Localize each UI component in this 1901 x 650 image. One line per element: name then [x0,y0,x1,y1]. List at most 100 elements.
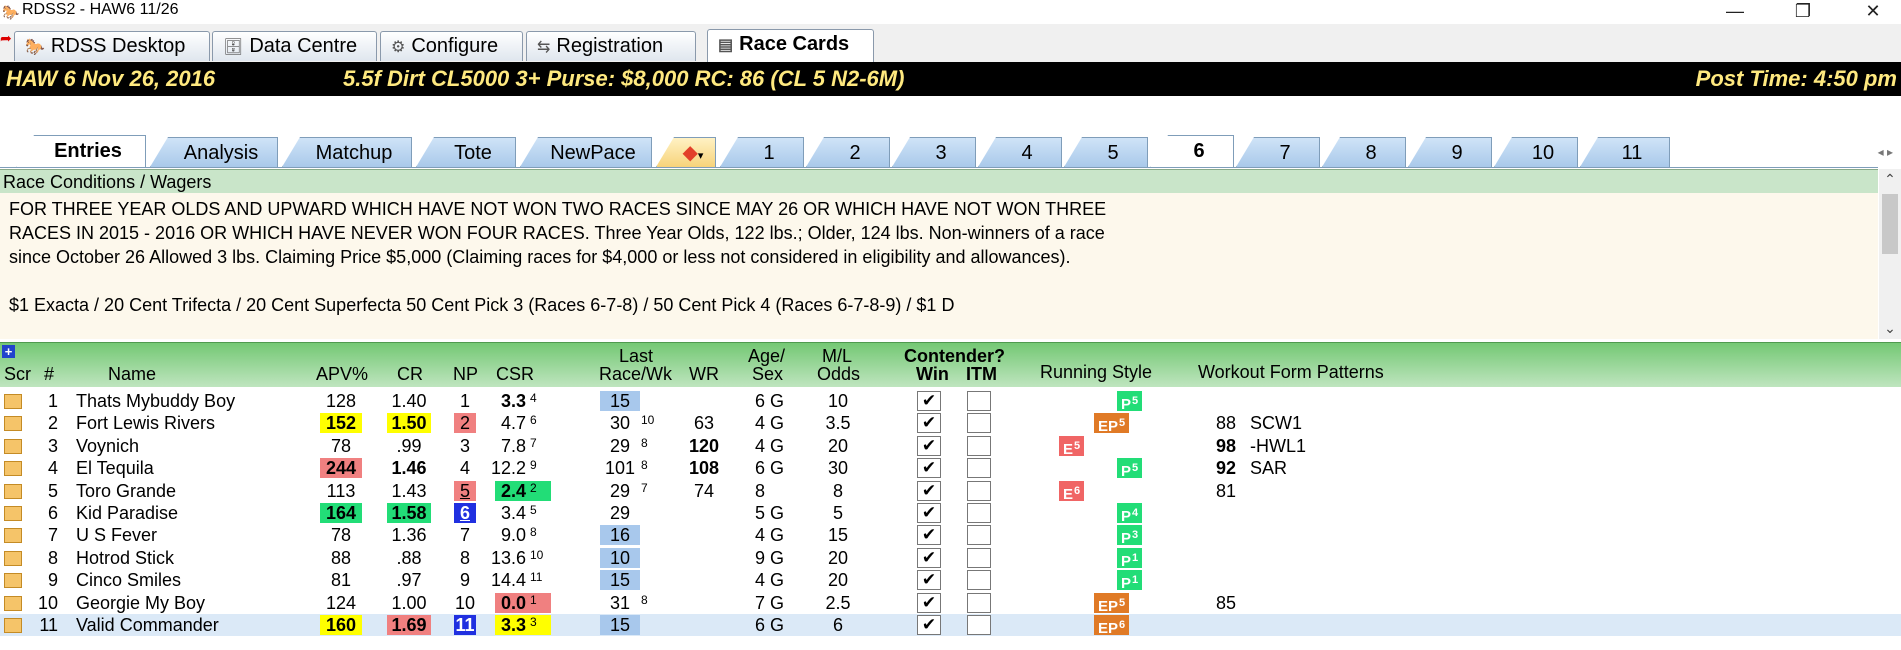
tab-race-9[interactable]: 9 [1408,137,1492,167]
table-row[interactable]: 2 Fort Lewis Rivers 152 1.50 2 4.7 6 30 10 63 4 G3… [0,412,1901,435]
itm-checkbox[interactable] [967,391,991,411]
col-ml-1[interactable]: M/L [822,347,852,365]
itm-checkbox[interactable] [967,570,991,591]
scratch-checkbox[interactable] [4,506,22,521]
scroll-up-icon[interactable]: ⌃ [1879,171,1901,188]
close-button[interactable]: ✕ [1850,0,1896,24]
horse-name[interactable]: Voynich [76,435,139,457]
col-scr[interactable]: Scr [4,365,31,383]
scratch-checkbox[interactable] [4,573,22,589]
tab-matchup[interactable]: Matchup [282,137,412,167]
horse-name[interactable]: Georgie My Boy [76,592,205,614]
tab-race-2[interactable]: 2 [806,137,890,167]
tab-race-5[interactable]: 5 [1064,137,1148,167]
tab-race-7[interactable]: 7 [1236,137,1320,167]
col-csr[interactable]: CSR [496,365,534,383]
itm-checkbox[interactable] [967,592,991,613]
col-contender[interactable]: Contender? [904,347,1005,365]
tab-race-11[interactable]: 11 [1580,137,1670,167]
col-ml-2[interactable]: Odds [817,365,860,383]
horse-name[interactable]: Fort Lewis Rivers [76,412,215,434]
scratch-checkbox[interactable] [4,394,22,409]
table-row[interactable]: 5 Toro Grande 113 1.43 5 2.4 2 29 7 74 8 8 ✔ E6 81 [0,480,1901,503]
col-last-2[interactable]: Race/Wk [599,365,672,383]
col-wr[interactable]: WR [689,365,719,383]
tab-entries[interactable]: Entries [16,135,146,168]
col-age-1[interactable]: Age/ [748,347,785,365]
table-row[interactable]: 6 Kid Paradise 164 1.58 6 3.4 5 29 5 G 5 ✔ P4 [0,502,1901,525]
itm-checkbox[interactable] [967,480,991,501]
tab-race-3[interactable]: 3 [892,137,976,167]
table-row[interactable]: 9 Cinco Smiles 81.97 9 14.4 11 15 4 G 20 ✔ P1 [0,569,1901,592]
win-checkbox[interactable]: ✔ [917,592,941,613]
scroll-thumb[interactable] [1882,194,1898,254]
col-workout[interactable]: Workout Form Patterns [1198,363,1384,381]
itm-checkbox[interactable] [967,547,991,568]
col-win[interactable]: Win [916,365,949,383]
horse-name[interactable]: Valid Commander [76,614,219,636]
scratch-checkbox[interactable] [4,483,22,499]
col-np[interactable]: NP [453,365,478,383]
itm-checkbox[interactable] [967,435,991,456]
tab-race-4[interactable]: 4 [978,137,1062,167]
tab-dropdown[interactable]: ◆▾ [656,137,716,167]
tab-scroll-arrows-icon[interactable]: ◂ ▸ [1878,145,1893,159]
tab-race-10[interactable]: 10 [1494,137,1578,167]
scroll-down-icon[interactable]: ⌄ [1879,320,1901,337]
itm-checkbox[interactable] [967,615,991,635]
expand-plus-icon[interactable]: + [2,345,15,358]
horse-name[interactable]: Toro Grande [76,480,176,502]
horse-name[interactable]: Hotrod Stick [76,547,174,569]
tab-configure[interactable]: ⚙ Configure [380,31,523,61]
restore-button[interactable]: ❐ [1780,0,1826,24]
win-checkbox[interactable]: ✔ [917,480,941,501]
col-age-2[interactable]: Sex [752,365,783,383]
horse-name[interactable]: El Tequila [76,457,154,479]
tab-race-1[interactable]: 1 [720,137,804,167]
col-running-style[interactable]: Running Style [1040,363,1152,381]
scratch-checkbox[interactable] [4,461,22,477]
conditions-scrollbar[interactable]: ⌃ ⌄ [1879,169,1901,339]
win-checkbox[interactable]: ✔ [917,413,941,434]
win-checkbox[interactable]: ✔ [917,458,941,479]
tab-race-6[interactable]: 6 [1150,135,1234,168]
itm-checkbox[interactable] [967,503,991,523]
tab-registration[interactable]: ⇆ Registration [526,31,696,61]
tab-race-cards[interactable]: ▤ Race Cards [707,29,874,62]
scratch-checkbox[interactable] [4,438,22,454]
scratch-checkbox[interactable] [4,618,22,633]
tab-data-centre[interactable]: 🗄 Data Centre [212,31,377,61]
table-row[interactable]: 10 Georgie My Boy 124 1.00 10 0.0 1 31 8 7 G 2.5 ✔ E… [0,592,1901,615]
scratch-checkbox[interactable] [4,550,22,566]
win-checkbox[interactable]: ✔ [917,503,941,523]
horse-name[interactable]: Kid Paradise [76,502,178,524]
horse-name[interactable]: Thats Mybuddy Boy [76,390,235,412]
tab-tote[interactable]: Tote [416,137,516,167]
tab-rdss-desktop[interactable]: 🐎 RDSS Desktop [14,31,210,61]
col-name[interactable]: Name [108,365,156,383]
scratch-checkbox[interactable] [4,528,22,544]
table-row[interactable]: 8 Hotrod Stick 88.88 8 13.6 10 10 9 G 20 ✔ P1 [0,547,1901,570]
table-row[interactable]: 1 Thats Mybuddy Boy 128 1.40 1 3.3 4 15 6 G 10 ✔ P5 [0,390,1901,413]
tab-analysis[interactable]: Analysis [150,137,278,167]
col-last-1[interactable]: Last [619,347,653,365]
itm-checkbox[interactable] [967,413,991,434]
win-checkbox[interactable]: ✔ [917,391,941,411]
itm-checkbox[interactable] [967,458,991,479]
table-row[interactable]: 11 Valid Commander 160 1.69 11 3.3 3 15 6 G 6 ✔ EP6 [0,614,1901,637]
itm-checkbox[interactable] [967,525,991,546]
horse-name[interactable]: Cinco Smiles [76,569,181,591]
col-num[interactable]: # [44,365,54,383]
scratch-checkbox[interactable] [4,595,22,611]
win-checkbox[interactable]: ✔ [917,435,941,456]
win-checkbox[interactable]: ✔ [917,615,941,635]
tab-race-8[interactable]: 8 [1322,137,1406,167]
table-row[interactable]: 4 El Tequila 244 1.46 4 12.2 9 101 8 108 6 G 30 ✔ P5 9… [0,457,1901,480]
back-arrow-icon[interactable]: ➦ [0,30,12,47]
tab-newpace[interactable]: NewPace [520,137,652,167]
win-checkbox[interactable]: ✔ [917,570,941,591]
table-row[interactable]: 3 Voynich 78.99 3 7.8 7 29 8 120 4 G 20 ✔ E5 98 -HWL1 [0,435,1901,458]
scratch-checkbox[interactable] [4,416,22,432]
table-row[interactable]: 7U S Fever 78 1.36 7 9.0 8 16 4 G 15 ✔ P3 [0,524,1901,547]
col-cr[interactable]: CR [397,365,423,383]
